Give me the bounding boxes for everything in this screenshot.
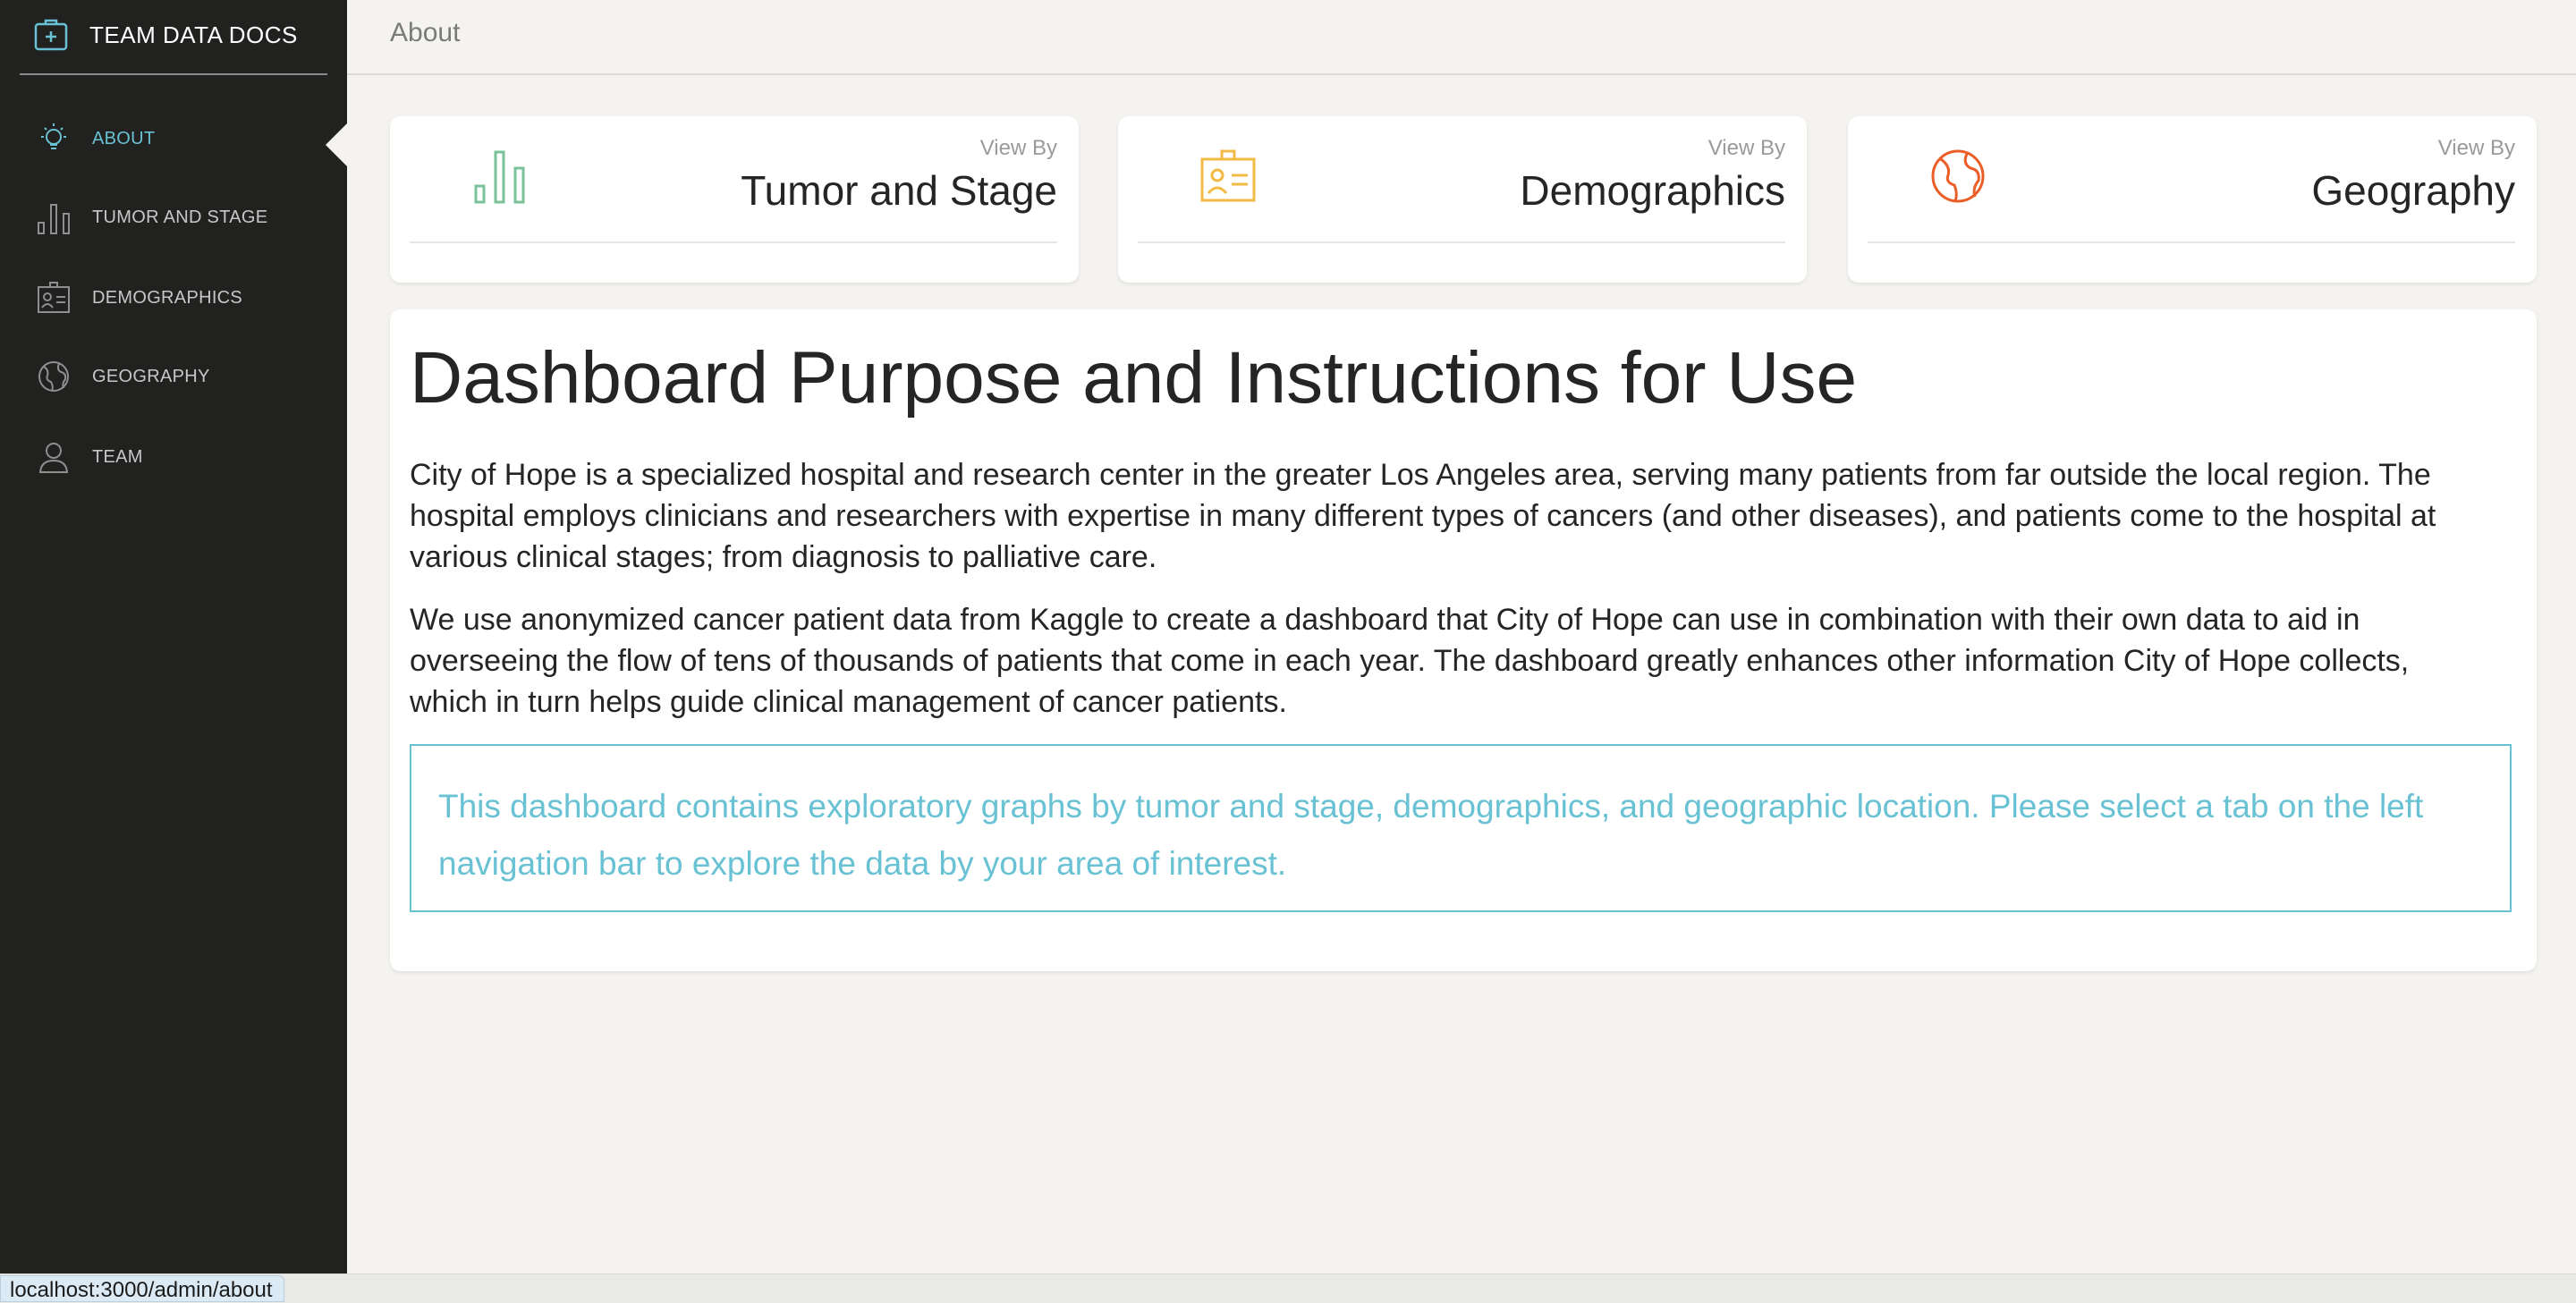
user-icon: [38, 443, 69, 473]
medical-kit-icon: [34, 19, 68, 51]
content-heading: Dashboard Purpose and Instructions for U…: [410, 337, 1858, 419]
id-card-icon: [1200, 149, 1256, 202]
sidebar-item-label: TUMOR AND STAGE: [92, 207, 268, 227]
sidebar-item-label: GEOGRAPHY: [92, 367, 210, 386]
id-card-icon: [38, 282, 70, 313]
sidebar-item-label: DEMOGRAPHICS: [92, 288, 243, 308]
status-url: localhost:3000/admin/about: [0, 1275, 284, 1302]
sidebar-item-label: ABOUT: [92, 129, 156, 148]
sidebar-item-about[interactable]: ABOUT: [0, 107, 347, 170]
divider: [1868, 241, 2515, 243]
globe-icon: [1931, 149, 1985, 203]
bar-chart-icon: [474, 150, 525, 204]
top-navbar: About: [347, 0, 2576, 75]
sidebar-item-tumor-and-stage[interactable]: TUMOR AND STAGE: [0, 186, 347, 249]
brand[interactable]: TEAM DATA DOCS: [20, 0, 327, 75]
card-title: Tumor and Stage: [741, 167, 1057, 214]
sidebar: TEAM DATA DOCS ABOUT TUMOR AND STAGE DEM…: [0, 0, 347, 1302]
page-title: About: [390, 18, 461, 47]
lightbulb-icon: [41, 123, 66, 149]
paragraph-intro: City of Hope is a specialized hospital a…: [410, 458, 2436, 574]
sidebar-item-team[interactable]: TEAM: [0, 426, 347, 488]
card-subtitle: View By: [979, 136, 1057, 160]
card-subtitle: View By: [1707, 136, 1785, 160]
card-geography[interactable]: View By Geography: [1848, 116, 2537, 283]
bar-chart-icon: [38, 204, 70, 234]
instructions-callout: This dashboard contains exploratory grap…: [410, 744, 2512, 912]
paragraph-description: We use anonymized cancer patient data fr…: [410, 603, 2410, 719]
globe-icon: [38, 361, 69, 392]
card-demographics[interactable]: View By Demographics: [1118, 116, 1807, 283]
sidebar-item-demographics[interactable]: DEMOGRAPHICS: [0, 267, 347, 329]
sidebar-item-geography[interactable]: GEOGRAPHY: [0, 345, 347, 408]
brand-name: TEAM DATA DOCS: [89, 21, 298, 48]
divider: [410, 241, 1057, 243]
card-title: Demographics: [1520, 167, 1785, 214]
card-tumor-and-stage[interactable]: View By Tumor and Stage: [390, 116, 1079, 283]
card-subtitle: View By: [2437, 136, 2515, 160]
browser-status-bar: [0, 1273, 2576, 1303]
about-panel: Dashboard Purpose and Instructions for U…: [390, 309, 2537, 971]
card-title: Geography: [2311, 167, 2515, 214]
sidebar-item-label: TEAM: [92, 447, 143, 467]
divider: [1138, 241, 1785, 243]
active-indicator: [326, 123, 347, 166]
